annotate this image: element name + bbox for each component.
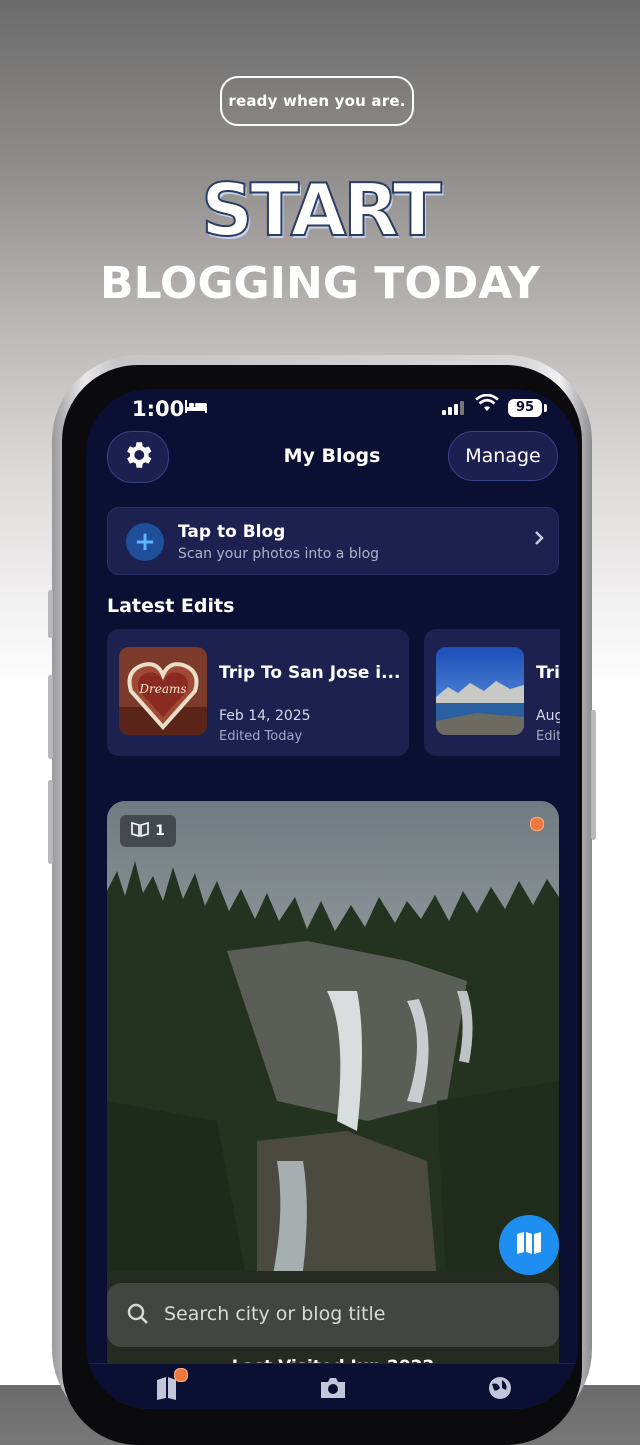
volume-down-button — [48, 780, 53, 864]
sleep-bed-icon — [184, 398, 208, 419]
battery-indicator: 95 — [508, 399, 542, 417]
latest-edit-date: Aug — [536, 708, 560, 724]
latest-edit-title: Tri — [536, 663, 560, 683]
photo-count-badge: 1 — [120, 815, 176, 847]
latest-edit-date: Feb 14, 2025 — [219, 708, 311, 724]
phone-bezel: 1:00 95 My Blogs Manage + Tap to Blog Sc… — [62, 365, 582, 1445]
blog-thumbnail — [436, 647, 524, 735]
latest-edit-card[interactable]: Tri Aug Edit — [424, 629, 560, 756]
cellular-signal-icon — [442, 401, 464, 415]
latest-edits-heading: Latest Edits — [107, 595, 235, 617]
latest-edit-card[interactable]: Dreams Trip To San Jose i... Feb 14, 202… — [107, 629, 409, 756]
chevron-right-icon — [533, 528, 545, 552]
wifi-icon — [475, 393, 499, 419]
featured-blog-card[interactable]: 1 Search city or blog title Last Visited… — [107, 801, 559, 1409]
manage-button[interactable]: Manage — [448, 431, 558, 481]
latest-edit-status: Edit — [536, 729, 560, 744]
promo-headline-start: START — [200, 167, 442, 253]
tab-explore[interactable] — [486, 1374, 514, 1406]
photo-count: 1 — [155, 823, 165, 839]
map-button[interactable] — [499, 1215, 559, 1275]
globe-icon — [486, 1377, 514, 1406]
latest-edit-status: Edited Today — [219, 729, 303, 744]
tap-to-blog-card[interactable]: + Tap to Blog Scan your photos into a bl… — [107, 507, 559, 575]
search-icon — [127, 1303, 149, 1329]
app-screen: 1:00 95 My Blogs Manage + Tap to Blog Sc… — [86, 389, 578, 1409]
status-time: 1:00 — [132, 397, 185, 421]
tab-notification-dot — [174, 1368, 188, 1382]
promo-headline-sub: BLOGGING TODAY — [100, 258, 540, 309]
tap-to-blog-subtitle: Scan your photos into a blog — [178, 546, 380, 562]
volume-up-button — [48, 675, 53, 759]
notification-dot — [530, 817, 544, 831]
battery-tip — [544, 404, 547, 412]
camera-icon — [318, 1378, 348, 1404]
search-bar[interactable]: Search city or blog title — [107, 1283, 559, 1347]
tab-camera[interactable] — [318, 1374, 348, 1404]
phone-frame: 1:00 95 My Blogs Manage + Tap to Blog Sc… — [48, 355, 596, 1445]
latest-edit-title: Trip To San Jose i... — [219, 663, 401, 683]
power-button — [591, 710, 596, 840]
map-icon — [515, 1230, 543, 1260]
status-bar: 1:00 95 — [86, 389, 578, 433]
blog-thumbnail: Dreams — [119, 647, 207, 735]
mute-switch — [48, 590, 53, 638]
svg-text:Dreams: Dreams — [138, 682, 186, 696]
tab-blogs[interactable] — [154, 1368, 188, 1404]
promo-tagline: ready when you are. — [220, 76, 414, 126]
tab-bar — [86, 1363, 578, 1409]
book-map-icon — [154, 1377, 184, 1404]
search-input[interactable]: Search city or blog title — [164, 1303, 385, 1325]
book-icon — [131, 821, 149, 841]
plus-icon: + — [126, 523, 164, 561]
tap-to-blog-title: Tap to Blog — [178, 522, 286, 542]
